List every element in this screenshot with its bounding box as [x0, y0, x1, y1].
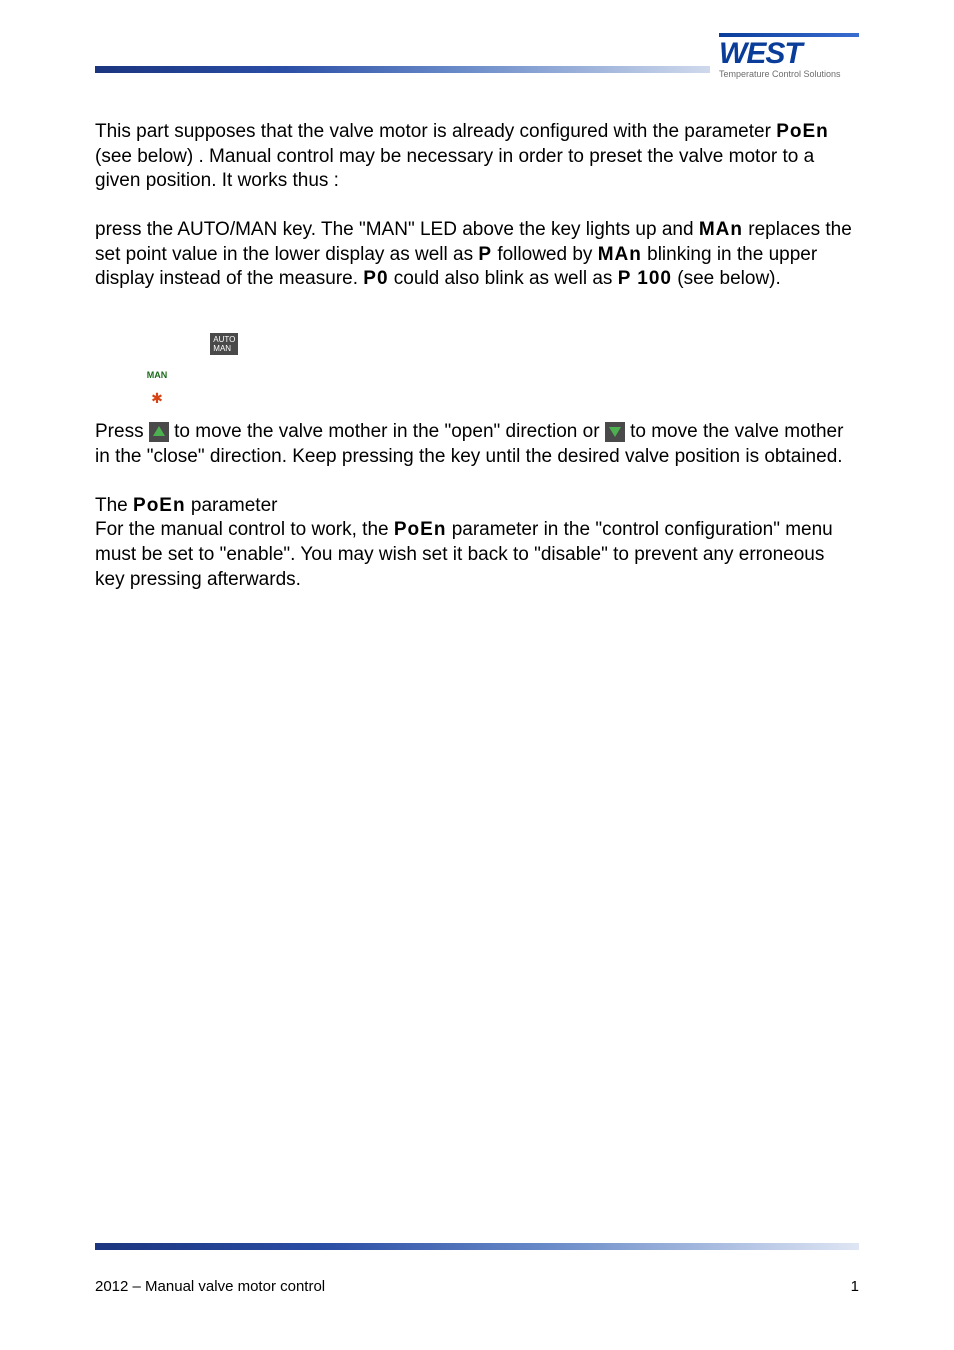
footer-rule — [95, 1243, 859, 1250]
footer-left: 2012 – Manual valve motor control — [95, 1278, 325, 1295]
seg-poen-3: PoEn — [394, 519, 447, 540]
step2-b: to move the valve mother in the "open" d… — [169, 421, 605, 442]
icon-row: AUTO MAN — [95, 332, 859, 357]
seg-p: P — [478, 244, 492, 265]
step1-e: could also blink as well as — [389, 268, 618, 289]
poen-title-b: parameter — [186, 495, 278, 516]
poen-body-a: For the manual control to work, the — [95, 519, 394, 540]
footer-page-number: 1 — [851, 1278, 859, 1295]
page-footer: 2012 – Manual valve motor control 1 — [95, 1278, 859, 1295]
seg-p0: P0 — [363, 268, 388, 289]
header-rule — [95, 66, 710, 73]
step1-c: followed by — [492, 244, 598, 265]
intro-text-b: (see below) . Manual control may be nece… — [95, 146, 814, 192]
auto-man-key-icon: AUTO MAN — [210, 333, 238, 355]
step2-a: Press — [95, 421, 149, 442]
brand-tagline: Temperature Control Solutions — [719, 69, 859, 79]
poen-title-a: The — [95, 495, 133, 516]
seg-man-2: MAn — [598, 244, 642, 265]
man-label-inner: MAN — [213, 344, 231, 353]
step1-f: (see below). — [672, 268, 781, 289]
step1-a: press the AUTO/MAN key. The "MAN" LED ab… — [95, 219, 699, 240]
page-header: WEST Temperature Control Solutions — [95, 30, 859, 85]
auto-label: AUTO — [213, 335, 235, 344]
intro-paragraph: This part supposes that the valve motor … — [95, 120, 859, 194]
seg-poen-1: PoEn — [776, 121, 829, 142]
poen-body: For the manual control to work, the PoEn… — [95, 518, 859, 592]
seg-p100: P 100 — [618, 268, 672, 289]
man-led-label: MAN — [147, 370, 168, 380]
down-arrow-key-icon — [605, 422, 625, 442]
brand-logo: WEST Temperature Control Solutions — [719, 33, 859, 79]
step-2: Press to move the valve mother in the "o… — [95, 420, 859, 469]
seg-poen-2: PoEn — [133, 495, 186, 516]
man-led-row: MAN ✱ — [95, 361, 859, 410]
man-led-icon: MAN ✱ — [145, 361, 169, 410]
seg-man-1: MAn — [699, 219, 743, 240]
up-arrow-key-icon — [149, 422, 169, 442]
man-led-star-icon: ✱ — [151, 390, 163, 406]
body-content: This part supposes that the valve motor … — [95, 85, 859, 592]
intro-text-a: This part supposes that the valve motor … — [95, 121, 776, 142]
brand-name: WEST — [719, 39, 859, 69]
poen-heading: The PoEn parameter — [95, 494, 859, 519]
step-1: press the AUTO/MAN key. The "MAN" LED ab… — [95, 218, 859, 292]
